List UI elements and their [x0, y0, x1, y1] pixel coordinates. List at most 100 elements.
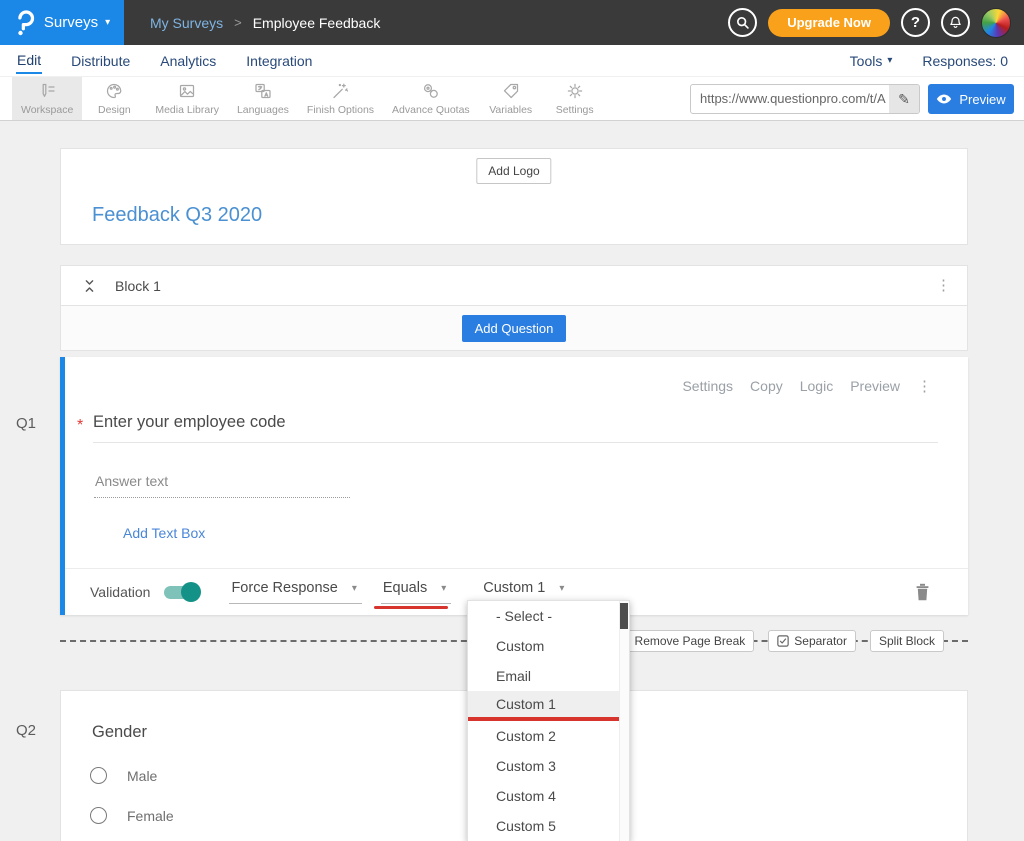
- menu-item-custom-2[interactable]: Custom 2: [468, 721, 629, 751]
- settings-icon: [565, 81, 585, 101]
- page-break-buttons: Remove Page Break Separator Split Block: [609, 630, 944, 652]
- question-kebab-icon[interactable]: ⋮: [917, 379, 932, 394]
- separator-button[interactable]: Separator: [768, 630, 856, 652]
- radio-icon[interactable]: [90, 807, 107, 824]
- toolbar-item-languages[interactable]: Languages: [228, 77, 298, 120]
- question-card-q1: Settings Copy Logic Preview ⋮ * Enter yo…: [60, 357, 968, 615]
- menu-item-custom-1[interactable]: Custom 1: [468, 691, 629, 721]
- question-text-q1[interactable]: Enter your employee code: [93, 413, 286, 432]
- question-text-q2[interactable]: Gender: [92, 723, 147, 742]
- menu-item-select[interactable]: - Select -: [468, 601, 629, 631]
- toolbar-item-workspace[interactable]: Workspace: [12, 77, 82, 120]
- preview-eye-icon: [936, 93, 952, 105]
- add-question-strip: Add Question: [60, 306, 968, 351]
- collapse-block-icon[interactable]: [83, 278, 96, 294]
- add-question-button[interactable]: Add Question: [462, 315, 567, 342]
- breadcrumb-separator: >: [234, 15, 242, 30]
- design-icon: [104, 81, 124, 101]
- topbar-actions: Upgrade Now ?: [728, 8, 1024, 38]
- breadcrumb: My Surveys > Employee Feedback: [150, 15, 380, 31]
- checkbox-checked-icon: [777, 635, 789, 647]
- avatar[interactable]: [981, 8, 1011, 38]
- tools-menu[interactable]: Tools ▾: [850, 53, 893, 69]
- question-copy-link[interactable]: Copy: [750, 378, 783, 394]
- dropdown-scrollbar[interactable]: [619, 601, 629, 841]
- notifications-button[interactable]: [941, 8, 970, 37]
- question-logic-link[interactable]: Logic: [800, 378, 833, 394]
- tab-distribute[interactable]: Distribute: [70, 48, 131, 73]
- edit-url-button[interactable]: ✎: [889, 85, 919, 113]
- validation-toggle[interactable]: [164, 586, 199, 599]
- chevron-down-icon: ▾: [352, 583, 357, 594]
- operator-dropdown[interactable]: Equals ▾: [381, 580, 451, 604]
- menu-item-custom-3[interactable]: Custom 3: [468, 751, 629, 781]
- toolbar-item-variables[interactable]: Variables: [479, 77, 543, 120]
- question-number-q2: Q2: [16, 722, 36, 739]
- question-number-q1: Q1: [16, 415, 36, 432]
- chevron-down-icon: ▾: [559, 583, 564, 594]
- bell-icon: [948, 15, 963, 30]
- survey-url-field[interactable]: https://www.questionpro.com/t/A ✎: [690, 84, 920, 114]
- product-label: Surveys: [44, 14, 98, 31]
- product-switcher[interactable]: Surveys ▾: [0, 0, 124, 45]
- menu-item-email[interactable]: Email: [468, 661, 629, 691]
- validation-value-menu: - Select - Custom Email Custom 1 Custom …: [467, 600, 630, 841]
- add-text-box-link[interactable]: Add Text Box: [123, 525, 205, 541]
- survey-nav-tabs: Edit Distribute Analytics Integration To…: [0, 45, 1024, 76]
- preview-button[interactable]: Preview: [928, 84, 1014, 114]
- remove-page-break-button[interactable]: Remove Page Break: [609, 630, 755, 652]
- search-icon: [735, 15, 750, 30]
- block-kebab-icon[interactable]: ⋮: [936, 278, 951, 293]
- advance-quotas-icon: [421, 81, 441, 101]
- trash-icon: [915, 583, 930, 601]
- question-preview-link[interactable]: Preview: [850, 378, 900, 394]
- responses-count[interactable]: Responses: 0: [922, 53, 1008, 69]
- breadcrumb-my-surveys[interactable]: My Surveys: [150, 15, 223, 31]
- answer-option-male[interactable]: Male: [90, 767, 157, 784]
- split-block-button[interactable]: Split Block: [870, 630, 944, 652]
- toolbar-item-settings[interactable]: Settings: [543, 77, 607, 120]
- add-logo-button[interactable]: Add Logo: [476, 158, 551, 184]
- question-settings-link[interactable]: Settings: [682, 378, 733, 394]
- breadcrumb-current-survey: Employee Feedback: [253, 15, 381, 31]
- required-asterisk: *: [77, 417, 83, 435]
- dropdown-scrollbar-thumb[interactable]: [620, 603, 628, 629]
- survey-url-value: https://www.questionpro.com/t/A: [691, 85, 889, 113]
- toolbar-item-design[interactable]: Design: [82, 77, 146, 120]
- delete-validation-button[interactable]: [915, 583, 930, 601]
- operator-highlight-underline: [374, 606, 448, 609]
- help-button[interactable]: ?: [901, 8, 930, 37]
- languages-icon: [253, 81, 273, 101]
- answer-option-female[interactable]: Female: [90, 807, 174, 824]
- tab-edit[interactable]: Edit: [16, 47, 42, 74]
- menu-item-custom-5[interactable]: Custom 5: [468, 811, 629, 841]
- tools-caret-icon: ▾: [887, 55, 892, 66]
- toggle-knob: [181, 582, 201, 602]
- menu-item-custom[interactable]: Custom: [468, 631, 629, 661]
- survey-editor-canvas: Add Logo Feedback Q3 2020 Block 1 ⋮ Add …: [0, 121, 1024, 841]
- upgrade-now-button[interactable]: Upgrade Now: [768, 9, 890, 37]
- tools-label: Tools: [850, 53, 883, 69]
- tabrow-right: Tools ▾ Responses: 0: [850, 53, 1008, 69]
- answer-text-input[interactable]: [94, 469, 350, 498]
- menu-item-custom-4[interactable]: Custom 4: [468, 781, 629, 811]
- block-label: Block 1: [115, 278, 161, 294]
- block-header: Block 1 ⋮: [60, 265, 968, 306]
- workspace-icon: [37, 81, 57, 101]
- pencil-icon: ✎: [898, 91, 910, 108]
- radio-icon[interactable]: [90, 767, 107, 784]
- media-library-icon: [177, 81, 197, 101]
- toolbar-item-finish-options[interactable]: Finish Options: [298, 77, 383, 120]
- surveys-caret-icon: ▾: [105, 17, 110, 28]
- force-response-dropdown[interactable]: Force Response ▾: [229, 580, 361, 604]
- tab-integration[interactable]: Integration: [245, 48, 313, 73]
- survey-title[interactable]: Feedback Q3 2020: [92, 204, 262, 227]
- toolbar-item-advance-quotas[interactable]: Advance Quotas: [383, 77, 479, 120]
- finish-options-icon: [330, 81, 350, 101]
- search-button[interactable]: [728, 8, 757, 37]
- toolbar-item-media-library[interactable]: Media Library: [146, 77, 228, 120]
- question-actions: Settings Copy Logic Preview ⋮: [682, 378, 932, 394]
- tab-analytics[interactable]: Analytics: [159, 48, 217, 73]
- questionpro-logo: [14, 9, 35, 36]
- topbar: Surveys ▾ My Surveys > Employee Feedback…: [0, 0, 1024, 45]
